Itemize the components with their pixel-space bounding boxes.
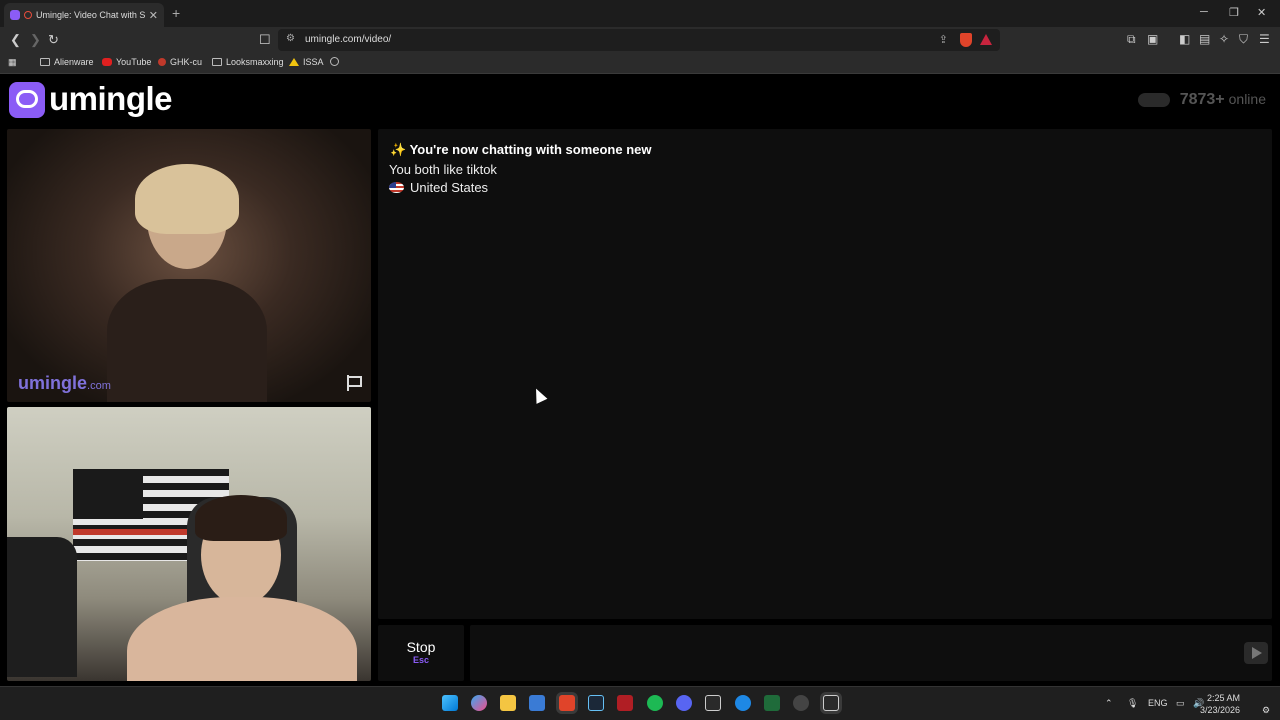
shared-interests: You both like tiktok	[389, 162, 497, 177]
copilot-icon[interactable]	[471, 695, 487, 711]
globe-icon	[330, 57, 339, 66]
umingle-logo-icon[interactable]	[9, 82, 45, 118]
leo-ai-icon[interactable]: ✧	[1219, 32, 1229, 46]
restore-icon[interactable]: ❐	[1229, 6, 1239, 19]
file-explorer-icon[interactable]	[500, 695, 516, 711]
youtube-icon	[102, 58, 112, 66]
store-icon[interactable]	[529, 695, 545, 711]
clock-date: 3/23/2026	[1199, 705, 1240, 715]
folder-icon	[212, 58, 222, 66]
bookmark-looksmaxxing[interactable]: Looksmaxxing	[212, 57, 284, 67]
blue-app-icon[interactable]	[735, 695, 751, 711]
back-icon[interactable]: ❮	[10, 32, 21, 48]
online-counter: 7873+ online	[1137, 91, 1266, 109]
mic-arm	[7, 537, 77, 677]
discord-icon[interactable]	[676, 695, 692, 711]
logo-text[interactable]: umingle	[49, 80, 173, 118]
red-app-icon[interactable]	[617, 695, 633, 711]
issa-icon	[289, 58, 299, 66]
apps-grid-icon[interactable]: ▦	[8, 57, 17, 68]
microphone-icon[interactable]: 🎙	[1127, 698, 1138, 709]
epic-games-icon[interactable]	[705, 695, 721, 711]
url-text: umingle.com/video/	[305, 34, 392, 45]
report-flag-icon[interactable]	[346, 375, 362, 391]
start-icon[interactable]	[442, 695, 458, 711]
online-count: 7873+	[1179, 91, 1225, 108]
epic-games-active-icon[interactable]	[823, 695, 839, 711]
bookmark-icon[interactable]: ☐	[259, 32, 271, 48]
network-icon[interactable]: ▭	[1176, 698, 1185, 709]
wallet-icon[interactable]: ▣	[1147, 32, 1158, 46]
bookmark-ghk-cu[interactable]: GHK-cu	[158, 57, 202, 67]
bookmark-alienware[interactable]: Alienware	[40, 57, 94, 67]
new-tab-button[interactable]: +	[172, 5, 180, 21]
address-bar[interactable]: ⚙ umingle.com/video/ ⇪	[278, 29, 1000, 51]
menu-icon[interactable]: ☰	[1259, 32, 1270, 46]
notifications-icon[interactable]: ⚙	[1262, 705, 1270, 716]
partner-country: United States	[389, 180, 488, 195]
reload-icon[interactable]: ↻	[48, 32, 59, 48]
system-clock[interactable]: 2:25 AM 3/23/2026	[1200, 692, 1240, 716]
windows-taskbar: ⌃ 🎙 ENG ▭ 🔊 2:25 AM 3/23/2026 ⚙	[0, 686, 1280, 720]
brave-rewards-icon[interactable]	[980, 34, 992, 45]
steam-icon[interactable]	[588, 695, 604, 711]
browser-toolbar: ❮ ❯ ↻ ☐ ⚙ umingle.com/video/ ⇪ ⧉ ▣ ◧ ▤ ✧…	[0, 27, 1280, 53]
tray-chevron-icon[interactable]: ⌃	[1105, 698, 1113, 709]
chat-status-text: You're now chatting with someone new	[409, 142, 652, 157]
umingle-watermark: umingle.com	[18, 373, 111, 393]
sidebar-icon[interactable]: ◧	[1179, 32, 1190, 46]
excel-icon[interactable]	[764, 695, 780, 711]
us-flag-icon	[389, 182, 404, 193]
forward-icon[interactable]: ❯	[30, 32, 41, 48]
send-icon[interactable]	[1244, 642, 1268, 664]
chrome-icon[interactable]	[793, 695, 809, 711]
brave-taskbar-icon[interactable]	[559, 695, 575, 711]
recording-icon	[24, 11, 32, 19]
close-window-icon[interactable]: ✕	[1257, 6, 1266, 19]
remote-video: umingle.com	[7, 129, 371, 402]
bookmark-issa[interactable]: ISSA	[289, 57, 324, 67]
minimize-icon[interactable]: ─	[1200, 6, 1208, 18]
brave-shields-icon[interactable]	[960, 33, 972, 47]
close-tab-icon[interactable]: ✕	[149, 9, 158, 22]
clock-time: 2:25 AM	[1206, 693, 1240, 703]
language-indicator[interactable]: ENG	[1148, 698, 1168, 708]
umingle-favicon-icon	[10, 10, 20, 20]
bookmark-globe[interactable]	[330, 57, 339, 66]
sparkles-icon: ✨	[390, 142, 407, 157]
shield-icon[interactable]: ⛉	[1239, 32, 1248, 47]
theme-toggle[interactable]	[1137, 93, 1170, 107]
chat-panel: ✨ You're now chatting with someone new Y…	[378, 129, 1272, 619]
extensions-icon[interactable]: ⧉	[1127, 32, 1136, 47]
bookmark-youtube[interactable]: YouTube	[102, 57, 151, 67]
stop-button[interactable]: Stop Esc	[378, 625, 464, 681]
tab-title: Umingle: Video Chat with Stra	[36, 10, 145, 20]
tab-umingle[interactable]: Umingle: Video Chat with Stra ✕	[4, 3, 164, 27]
stop-shortcut: Esc	[412, 655, 429, 665]
umingle-page: umingle 7873+ online umingle.com ✨ You'r…	[0, 75, 1280, 685]
tab-strip: Umingle: Video Chat with Stra ✕ + ─ ❐ ✕	[0, 0, 1280, 27]
online-label: online	[1228, 91, 1266, 107]
country-text: United States	[410, 180, 489, 195]
spotify-icon[interactable]	[647, 695, 663, 711]
share-icon[interactable]: ⇪	[939, 33, 948, 46]
red-dot-icon	[158, 58, 166, 66]
vpn-icon[interactable]: ▤	[1199, 32, 1210, 46]
local-video	[7, 407, 371, 681]
stop-label: Stop	[406, 639, 436, 655]
folder-icon	[40, 58, 50, 66]
site-info-icon[interactable]: ⚙	[286, 33, 295, 44]
chat-status-line: ✨ You're now chatting with someone new	[390, 142, 652, 158]
bookmarks-bar: ▦ Alienware YouTube GHK-cu Looksmaxxing …	[0, 53, 1280, 74]
message-input[interactable]	[470, 625, 1272, 681]
